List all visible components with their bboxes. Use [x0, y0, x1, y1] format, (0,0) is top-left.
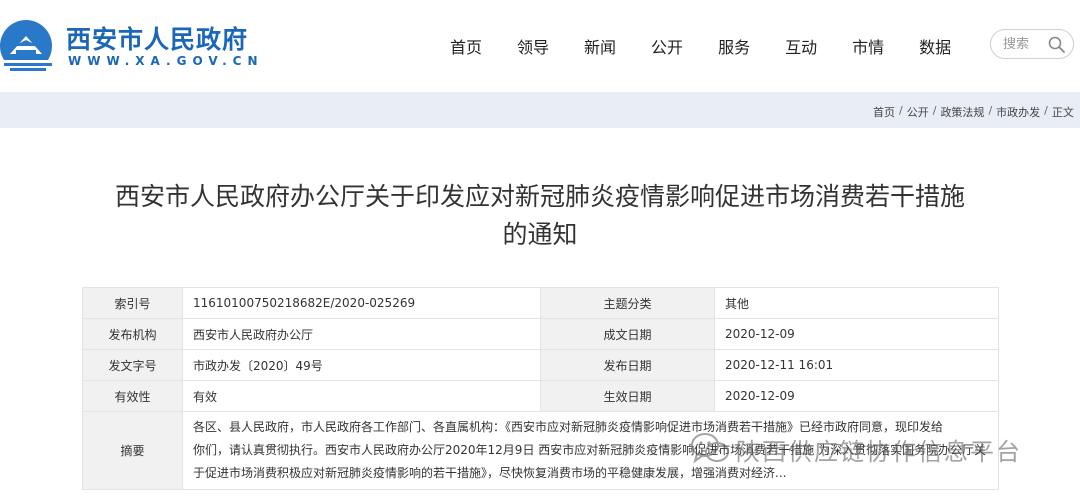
document-info-table: 索引号 11610100750218682E/2020-025269 主题分类 …: [82, 287, 999, 490]
breadcrumb-current: 正文: [1051, 106, 1074, 119]
table-row: 发文字号 市政办发〔2020〕49号 发布日期 2020-12-11 16:01: [82, 349, 999, 381]
breadcrumb-policies[interactable]: 政策法规: [940, 104, 984, 120]
breadcrumb-separator: /: [932, 104, 937, 117]
search-box: [990, 29, 1074, 59]
table-row: 摘要 各区、县人民政府，市人民政府各工作部门、各直属机构：《西安市应对新冠肺炎疫…: [82, 411, 999, 490]
topic-value: 其他: [714, 287, 999, 319]
validity-label: 有效性: [82, 380, 183, 412]
publish-date-value: 2020-12-11 16:01: [714, 349, 999, 381]
main-nav: 首页 领导 新闻 公开 服务 互动 市情 数据: [450, 34, 986, 58]
breadcrumb-bar: 首页 / 公开 / 政策法规 / 市政办发 / 正文: [0, 92, 1080, 128]
nav-item-public[interactable]: 公开: [651, 34, 683, 58]
doc-number-value: 市政办发〔2020〕49号: [182, 349, 541, 381]
nav-item-leaders[interactable]: 领导: [517, 34, 549, 58]
table-row: 发布机构 西安市人民政府办公厅 成文日期 2020-12-09: [82, 318, 999, 350]
table-row: 有效性 有效 生效日期 2020-12-09: [82, 380, 999, 412]
search-icon[interactable]: [1047, 35, 1067, 55]
summary-line: 各区、县人民政府，市人民政府各工作部门、各直属机构：《西安市应对新冠肺炎疫情影响…: [193, 420, 944, 434]
article-title-line2: 的通知: [502, 220, 578, 249]
nav-item-interaction[interactable]: 互动: [785, 34, 817, 58]
search-input[interactable]: [1003, 35, 1051, 53]
breadcrumb-separator: /: [899, 104, 903, 117]
article-title-line1: 西安市人民政府办公厅关于印发应对新冠肺炎疫情影响促进市场消费若干措施: [114, 182, 965, 211]
summary-value: 各区、县人民政府，市人民政府各工作部门、各直属机构：《西安市应对新冠肺炎疫情影响…: [182, 411, 999, 490]
table-row: 索引号 11610100750218682E/2020-025269 主题分类 …: [82, 287, 999, 319]
nav-item-city-info[interactable]: 市情: [852, 34, 884, 58]
publish-date-label: 发布日期: [540, 349, 715, 381]
effective-date-value: 2020-12-09: [714, 380, 999, 412]
index-label: 索引号: [82, 287, 183, 319]
breadcrumb-separator: /: [988, 104, 993, 117]
nav-item-services[interactable]: 服务: [718, 34, 750, 58]
topic-label: 主题分类: [540, 287, 715, 319]
site-name[interactable]: 西安市人民政府: [66, 20, 248, 56]
issuer-value: 西安市人民政府办公厅: [182, 318, 541, 350]
created-date-value: 2020-12-09: [714, 318, 999, 350]
nav-item-news[interactable]: 新闻: [584, 34, 616, 58]
summary-line: 于促进市场消费积极应对新冠肺炎疫情影响的若干措施》，尽快恢复消费市场的平稳健康发…: [193, 466, 787, 480]
nav-item-data[interactable]: 数据: [919, 34, 951, 58]
breadcrumb-category[interactable]: 市政办发: [996, 104, 1040, 120]
breadcrumb: 首页 / 公开 / 政策法规 / 市政办发 / 正文: [873, 104, 1074, 120]
effective-date-label: 生效日期: [540, 380, 715, 412]
summary-label: 摘要: [82, 411, 183, 490]
site-url: WWW.XA.GOV.CN: [68, 54, 264, 68]
breadcrumb-separator: /: [1044, 104, 1048, 117]
validity-value: 有效: [182, 380, 541, 412]
breadcrumb-home[interactable]: 首页: [873, 104, 895, 120]
site-header: 西安市人民政府 WWW.XA.GOV.CN 首页 领导 新闻 公开 服务 互动 …: [0, 0, 1080, 92]
index-value: 11610100750218682E/2020-025269: [182, 287, 541, 319]
summary-line: 你们，请认真贯彻执行。西安市人民政府办公厅2020年12月9日 西安市应对新冠肺…: [193, 443, 987, 457]
nav-item-home[interactable]: 首页: [450, 34, 482, 58]
city-emblem-icon[interactable]: [0, 16, 60, 74]
article-title: 西安市人民政府办公厅关于印发应对新冠肺炎疫情影响促进市场消费若干措施 的通知: [80, 178, 1000, 254]
breadcrumb-public[interactable]: 公开: [907, 104, 929, 120]
issuer-label: 发布机构: [82, 318, 183, 350]
doc-number-label: 发文字号: [82, 349, 183, 381]
created-date-label: 成文日期: [540, 318, 715, 350]
